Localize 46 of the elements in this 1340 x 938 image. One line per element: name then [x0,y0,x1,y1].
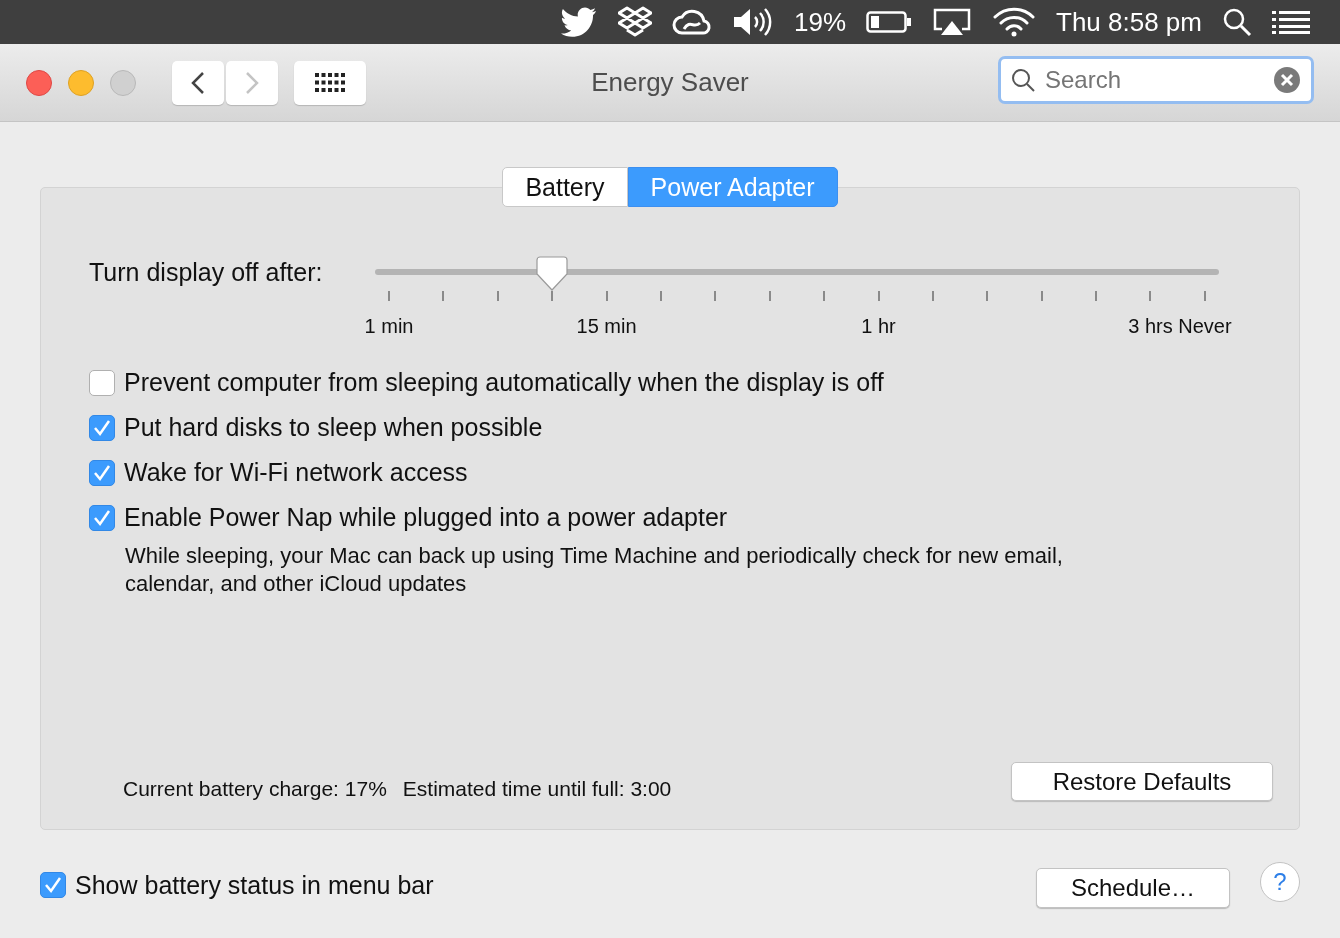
screen-triangle-icon[interactable] [932,7,972,37]
search-field[interactable]: Search [998,56,1314,104]
status-text: Current battery charge: 17% [123,776,387,801]
checkbox[interactable] [40,872,66,898]
search-icon[interactable] [1222,7,1252,37]
tab[interactable]: Battery [502,167,628,207]
show-all-button[interactable] [294,60,366,105]
box-icon[interactable] [617,6,652,38]
tick-label: 3 hrs [1128,315,1173,338]
back-button[interactable] [172,60,224,105]
checkbox-label[interactable]: Enable Power Nap while plugged into a power adapter [124,503,728,532]
wifi-icon[interactable] [992,7,1036,37]
tick-label: Never [1178,315,1232,338]
checkbox-label[interactable]: Prevent computer from sleeping automatically when the display is off [124,368,884,397]
schedule-button[interactable]: Schedule… [1036,868,1230,908]
battery-icon[interactable] [866,10,912,34]
battery-percentage[interactable]: 19% [793,6,846,38]
checkbox-label[interactable]: Show battery status in menu bar [75,870,434,900]
chevron-left-icon [191,70,205,95]
bird-icon[interactable] [559,7,598,37]
chevron-right-icon [245,70,259,95]
cloud-icon[interactable] [671,7,712,37]
speaker-icon[interactable] [731,7,774,37]
checkbox[interactable] [89,414,115,441]
checkbox[interactable] [89,459,115,486]
tick-label: 1 min [364,315,414,338]
checkbox-label[interactable]: Wake for Wi-Fi network access [124,458,468,487]
grid-icon [315,72,345,93]
clock[interactable]: Thu 8:58 pm [1056,6,1202,38]
option-description: While sleeping, your Mac can back up using Time Machine and periodically check for new email, calendar, and other iCloud updates [125,542,1064,598]
help-button[interactable]: ? [1260,862,1300,902]
clear-icon[interactable] [1273,66,1301,94]
tick-label: 15 min [576,315,637,338]
checkbox[interactable] [89,369,115,396]
search-icon [1011,68,1035,92]
slider-thumb[interactable] [536,256,569,292]
status-text: Estimated time until full: 3:00 [402,776,672,801]
restore-defaults-button[interactable]: Restore Defaults [1011,762,1273,801]
search-input[interactable]: Search [1043,65,1265,95]
list-icon[interactable] [1272,10,1310,34]
checkbox[interactable] [89,504,115,531]
tick-label: 1 hr [861,315,896,338]
checkbox-label[interactable]: Put hard disks to sleep when possible [124,413,543,442]
window-title: Energy Saver [590,67,750,98]
slider-label: Turn display off after: [89,258,324,287]
close-button[interactable] [26,69,52,96]
